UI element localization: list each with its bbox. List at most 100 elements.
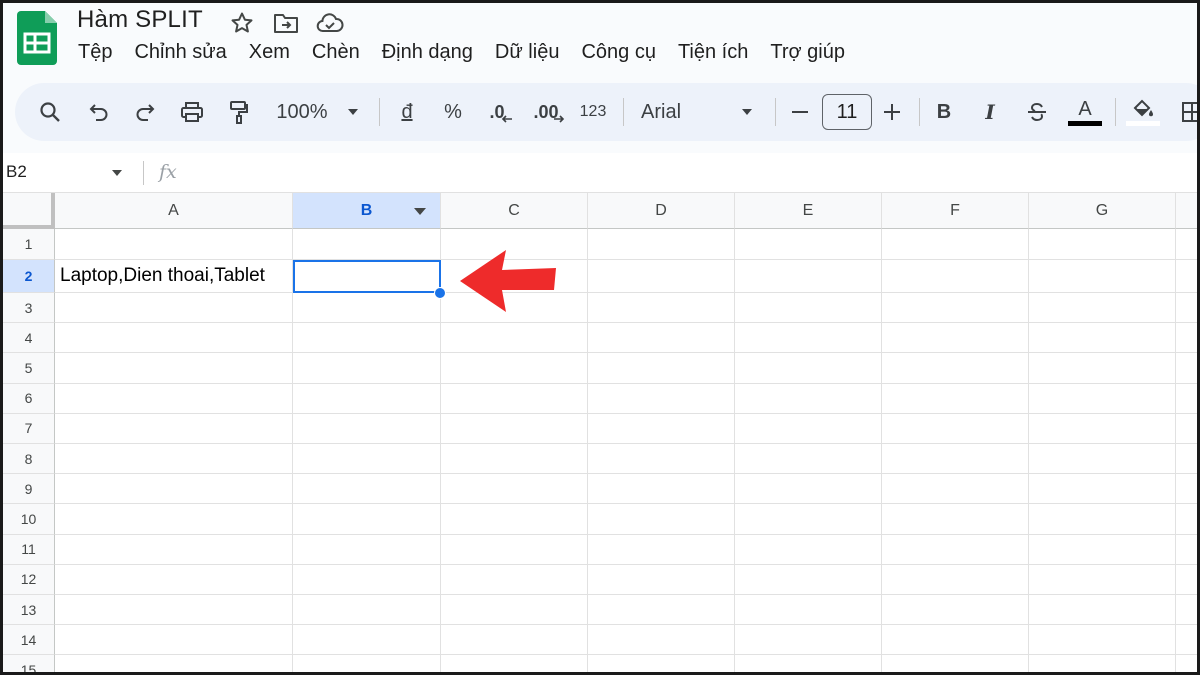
grid-cell[interactable] xyxy=(293,293,441,324)
column-header-c[interactable]: C xyxy=(441,193,588,229)
grid-cell[interactable] xyxy=(588,323,735,354)
menu-edit[interactable]: Chỉnh sửa xyxy=(123,39,237,68)
grid-cell[interactable] xyxy=(1029,655,1176,672)
bold-button[interactable]: B xyxy=(931,83,957,141)
row-header-4[interactable]: 4 xyxy=(3,323,55,354)
increase-decimal-button[interactable]: .00 xyxy=(527,83,571,141)
move-folder-icon[interactable] xyxy=(271,9,301,37)
grid-cell[interactable] xyxy=(735,474,882,505)
grid-cell[interactable] xyxy=(1176,535,1197,565)
grid-cell[interactable] xyxy=(588,444,735,475)
grid-cell[interactable] xyxy=(735,595,882,626)
redo-icon[interactable] xyxy=(129,83,161,141)
grid-cell[interactable] xyxy=(735,260,882,293)
grid-cell[interactable] xyxy=(1029,595,1176,626)
grid-cell[interactable] xyxy=(882,413,1029,444)
grid-cell[interactable] xyxy=(882,625,1029,656)
grid-cell[interactable] xyxy=(1176,565,1197,595)
grid-cell[interactable] xyxy=(882,323,1029,354)
grid-cell[interactable] xyxy=(441,564,588,595)
italic-button[interactable]: I xyxy=(977,83,1003,141)
star-icon[interactable] xyxy=(227,9,257,37)
grid-cell[interactable] xyxy=(1176,260,1197,293)
row-header-13[interactable]: 13 xyxy=(3,595,55,626)
percent-format-button[interactable]: % xyxy=(438,83,468,141)
font-dropdown-icon[interactable] xyxy=(737,83,757,141)
grid-cell[interactable] xyxy=(293,504,441,535)
font-select[interactable]: Arial xyxy=(641,83,701,141)
zoom-select[interactable]: 100% xyxy=(267,83,337,141)
grid-cell[interactable] xyxy=(55,413,293,444)
active-cell-b2[interactable] xyxy=(293,260,441,293)
grid-cell[interactable] xyxy=(735,444,882,475)
grid-cell[interactable] xyxy=(55,655,293,672)
more-formats-button[interactable]: 123 xyxy=(575,83,611,141)
grid-cell[interactable] xyxy=(441,413,588,444)
menu-format[interactable]: Định dạng xyxy=(371,39,484,68)
paint-format-icon[interactable] xyxy=(223,83,255,141)
cell-a2[interactable]: Laptop,Dien thoai,Tablet xyxy=(55,260,293,293)
column-header-f[interactable]: F xyxy=(882,193,1029,229)
grid-cell[interactable] xyxy=(882,353,1029,384)
grid-cell[interactable] xyxy=(882,595,1029,626)
grid-cell[interactable] xyxy=(1029,260,1176,293)
grid-cell[interactable] xyxy=(588,293,735,324)
grid-cell[interactable] xyxy=(1176,384,1197,414)
grid-cell[interactable] xyxy=(293,413,441,444)
grid-cell[interactable] xyxy=(735,534,882,565)
grid-cell[interactable] xyxy=(1029,353,1176,384)
grid-cell[interactable] xyxy=(441,444,588,475)
grid-cell[interactable] xyxy=(441,383,588,414)
grid-cell[interactable] xyxy=(1029,564,1176,595)
search-icon[interactable] xyxy=(33,83,67,141)
grid-cell[interactable] xyxy=(1176,444,1197,475)
grid-cell[interactable] xyxy=(882,383,1029,414)
grid-cell[interactable] xyxy=(588,504,735,535)
formula-input[interactable] xyxy=(193,159,1193,187)
grid-cell[interactable] xyxy=(1176,353,1197,384)
name-box-dropdown-icon[interactable] xyxy=(111,169,123,177)
grid-cell[interactable] xyxy=(735,504,882,535)
column-header-d[interactable]: D xyxy=(588,193,735,229)
grid-cell[interactable] xyxy=(1176,474,1197,505)
grid-cell[interactable] xyxy=(1029,229,1176,260)
grid-cell[interactable] xyxy=(293,595,441,626)
name-box[interactable]: B2 xyxy=(6,162,27,182)
decrease-decimal-button[interactable]: .0 xyxy=(481,83,521,141)
row-header-3[interactable]: 3 xyxy=(3,293,55,324)
grid-cell[interactable] xyxy=(441,595,588,626)
menu-tools[interactable]: Công cụ xyxy=(570,39,667,68)
grid-cell[interactable] xyxy=(1176,504,1197,535)
grid-cell[interactable] xyxy=(1029,444,1176,475)
grid-cell[interactable] xyxy=(441,323,588,354)
grid-cell[interactable] xyxy=(588,595,735,626)
grid-cell[interactable] xyxy=(588,474,735,505)
grid-cell[interactable] xyxy=(882,444,1029,475)
grid-cell[interactable] xyxy=(735,625,882,656)
text-color-button[interactable]: A xyxy=(1067,83,1103,141)
fill-color-icon[interactable] xyxy=(1125,83,1161,141)
grid-cell[interactable] xyxy=(55,595,293,626)
grid-cell[interactable] xyxy=(55,323,293,354)
grid-cell[interactable] xyxy=(1029,504,1176,535)
row-header-12[interactable]: 12 xyxy=(3,564,55,595)
document-title[interactable]: Hàm SPLIT xyxy=(77,6,203,34)
grid-cell[interactable] xyxy=(55,534,293,565)
row-header-2[interactable]: 2 xyxy=(3,260,55,293)
grid-cell[interactable] xyxy=(55,564,293,595)
grid-cell[interactable] xyxy=(1176,414,1197,444)
grid-cell[interactable] xyxy=(882,474,1029,505)
grid-cell[interactable] xyxy=(55,353,293,384)
grid-cell[interactable] xyxy=(1029,474,1176,505)
grid-cell[interactable] xyxy=(293,353,441,384)
grid-cell[interactable] xyxy=(588,564,735,595)
menu-data[interactable]: Dữ liệu xyxy=(484,39,571,68)
row-header-10[interactable]: 10 xyxy=(3,504,55,535)
cloud-saved-icon[interactable] xyxy=(315,9,345,37)
grid-cell[interactable] xyxy=(882,293,1029,324)
grid-cell[interactable] xyxy=(441,504,588,535)
menu-extensions[interactable]: Tiện ích xyxy=(667,39,759,68)
grid-cell[interactable] xyxy=(293,474,441,505)
grid-cell[interactable] xyxy=(55,444,293,475)
grid-cell[interactable] xyxy=(293,625,441,656)
